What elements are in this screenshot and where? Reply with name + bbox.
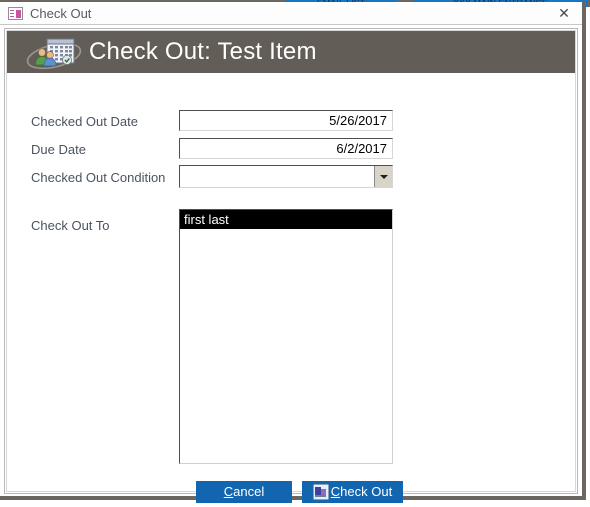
dialog-title-bar: Check Out ✕ (0, 2, 582, 25)
check-out-button-label: heck Out (340, 484, 393, 499)
calendar-people-icon (25, 35, 83, 71)
page-title: Check Out: Test Item (89, 38, 317, 65)
form-inner-border: Check Out: Test Item Checked Out Date 5/… (6, 30, 576, 503)
due-date-input[interactable]: 6/2/2017 (179, 138, 393, 159)
cancel-button[interactable]: Cancel (196, 481, 292, 503)
close-icon[interactable]: ✕ (556, 6, 572, 21)
form-header-band: Check Out: Test Item (7, 31, 575, 73)
checked-out-date-input[interactable]: 5/26/2017 (179, 110, 393, 131)
due-date-label: Due Date (31, 142, 86, 157)
checked-out-condition-label: Checked Out Condition (31, 170, 166, 185)
check-out-to-listbox[interactable]: first last (179, 209, 393, 464)
dialog-title-text: Check Out (30, 6, 92, 21)
check-out-to-label: Check Out To (31, 218, 110, 233)
checked-out-condition-combobox[interactable] (179, 165, 393, 188)
check-out-button-accel: C (330, 484, 341, 499)
check-out-icon (312, 483, 330, 501)
checked-out-date-label: Checked Out Date (31, 114, 138, 129)
check-out-dialog: Check Out ✕ Check Out: Test Item Checked… (0, 2, 586, 503)
cancel-button-accel: C (223, 484, 234, 499)
check-out-button[interactable]: Check Out (302, 481, 403, 503)
list-item[interactable]: first last (180, 210, 392, 229)
form-icon (8, 7, 23, 20)
chevron-down-icon[interactable] (374, 166, 392, 187)
cancel-button-label: ancel (233, 484, 265, 499)
form-frame: Check Out: Test Item Checked Out Date 5/… (4, 28, 578, 503)
form-body: Checked Out Date 5/26/2017 Due Date 6/2/… (7, 73, 575, 503)
